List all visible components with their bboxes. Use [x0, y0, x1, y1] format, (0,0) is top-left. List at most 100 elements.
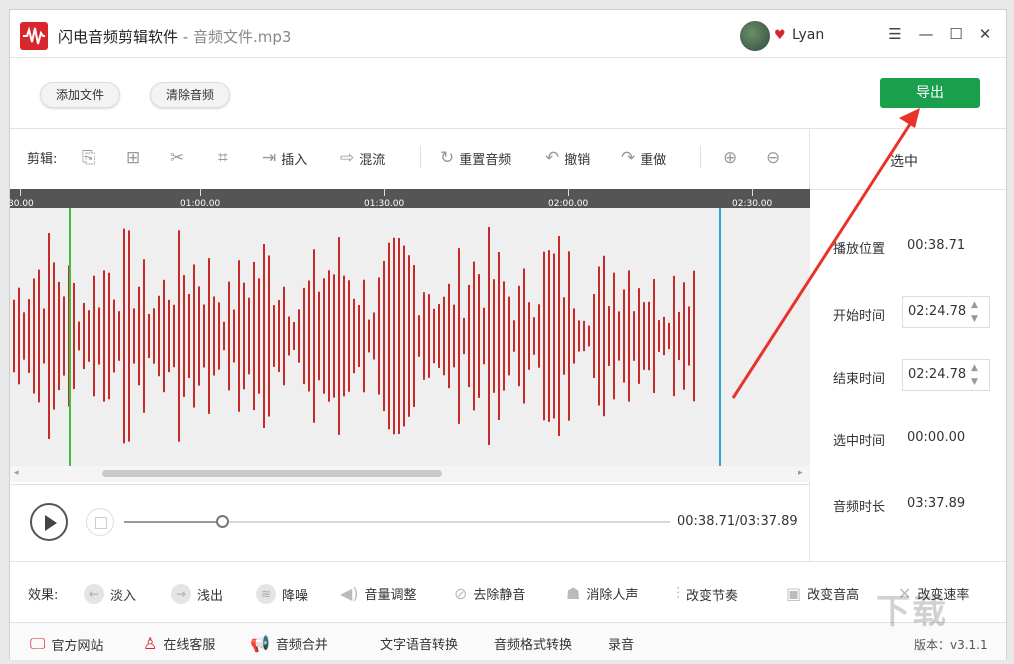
edit-label-text: 剪辑: — [27, 152, 58, 167]
duration-label: 音频时长 — [833, 500, 886, 515]
waveform[interactable] — [10, 208, 810, 466]
bottom-label: 官方网站 — [51, 638, 104, 654]
remove-silence-button[interactable]: ⊘ 去除静音 — [454, 584, 525, 603]
scissors-icon: ✂ — [170, 148, 185, 168]
reset-audio-label: 重置音频 — [459, 152, 512, 168]
new-button[interactable]: ⊞ — [126, 148, 140, 168]
tempo-sliders-icon: ⫶ — [676, 584, 681, 603]
text-to-speech-link[interactable]: 文字语音转换 — [380, 634, 458, 653]
maximize-icon[interactable]: ☐ — [945, 23, 967, 45]
insert-button[interactable]: ⇥ 插入 — [262, 148, 307, 168]
end-time-value: 02:24.78 — [908, 367, 967, 382]
redo-label: 重做 — [640, 152, 667, 168]
vip-diamond-icon: ♥ — [774, 28, 786, 43]
official-site-link[interactable]: 🖵 官方网站 — [30, 634, 103, 654]
playback-progress-fill — [124, 521, 223, 523]
zoom-in-icon: ⊕ — [723, 148, 738, 168]
audio-merge-link[interactable]: 📢 音频合并 — [250, 634, 328, 653]
decrement-icon[interactable]: ▼ — [971, 314, 978, 324]
add-box-icon: ⊞ — [126, 148, 141, 168]
redo-button[interactable]: ↷ 重做 — [621, 148, 666, 168]
divider — [10, 484, 810, 485]
cut-button[interactable]: ✂ — [170, 148, 184, 168]
fade-in-button[interactable]: ← 淡入 — [84, 584, 136, 604]
mix-label: 混流 — [359, 152, 386, 168]
duration-value: 03:37.89 — [907, 496, 966, 511]
fx-label: 去除静音 — [473, 588, 526, 603]
clear-audio-button[interactable]: 清除音频 — [150, 82, 230, 108]
reset-icon: ↻ — [440, 148, 455, 168]
scroll-right-icon[interactable]: ▸ — [798, 468, 803, 478]
fade-in-icon: ← — [84, 584, 104, 604]
toolbar-divider — [700, 146, 701, 168]
change-pitch-button[interactable]: ▣ 改变音高 — [786, 584, 859, 603]
reset-audio-button[interactable]: ↻ 重置音频 — [440, 148, 511, 168]
ruler-tick — [568, 189, 569, 196]
remove-vocals-button[interactable]: ☗ 消除人声 — [566, 584, 638, 603]
undo-button[interactable]: ↶ 撤销 — [545, 148, 590, 168]
divider — [810, 189, 1006, 190]
start-time-value: 02:24.78 — [908, 304, 967, 319]
volume-adjust-button[interactable]: ◀) 音量调整 — [340, 584, 417, 603]
mix-button[interactable]: ⇨ 混流 — [340, 148, 385, 168]
fade-out-icon: → — [171, 584, 191, 604]
play-position-label: 播放位置 — [833, 242, 886, 257]
divider — [10, 561, 1006, 562]
copy-button[interactable]: ⎘ — [82, 148, 96, 168]
format-convert-link[interactable]: 音频格式转换 — [494, 634, 572, 653]
selection-header: 选中 — [890, 154, 918, 170]
play-button[interactable] — [30, 503, 68, 541]
pitch-icon: ▣ — [786, 584, 802, 603]
fade-out-button[interactable]: → 浅出 — [171, 584, 223, 604]
denoise-button[interactable]: ≋ 降噪 — [256, 584, 308, 604]
fx-label: 改变节奏 — [686, 588, 739, 604]
bottom-label: 音频合并 — [275, 638, 328, 653]
fx-label: 浅出 — [197, 588, 224, 604]
mute-icon: ⊘ — [454, 584, 468, 603]
window-title: 闪电音频剪辑软件 - 音频文件.mp3 — [58, 26, 291, 47]
effects-label: 效果: — [28, 584, 58, 603]
increment-icon[interactable]: ▲ — [971, 300, 978, 310]
scrollbar-thumb[interactable] — [102, 470, 442, 477]
selected-time-value: 00:00.00 — [907, 430, 966, 445]
fx-label: 改变音高 — [807, 588, 860, 603]
start-time-label: 开始时间 — [833, 309, 886, 324]
close-icon[interactable]: ✕ — [974, 23, 996, 45]
insert-label: 插入 — [281, 152, 308, 168]
bottom-label: 录音 — [608, 638, 635, 653]
menu-icon[interactable]: ☰ — [884, 23, 906, 45]
edit-label: 剪辑: — [27, 148, 57, 167]
minimize-icon[interactable]: — — [915, 23, 937, 45]
redo-icon: ↷ — [621, 148, 636, 168]
undo-label: 撤销 — [564, 152, 591, 168]
mix-icon: ⇨ — [340, 148, 355, 168]
change-tempo-button[interactable]: ⫶ 改变节奏 — [676, 584, 738, 604]
online-support-link[interactable]: ♙ 在线客服 — [143, 634, 215, 653]
fx-label: 淡入 — [110, 588, 137, 604]
export-button[interactable]: 导出 — [880, 78, 980, 108]
app-name: 闪电音频剪辑软件 — [58, 28, 179, 46]
record-link[interactable]: 录音 — [608, 634, 634, 653]
ruler-tick — [752, 189, 753, 196]
zoom-in-button[interactable]: ⊕ — [723, 148, 737, 168]
add-file-button[interactable]: 添加文件 — [40, 82, 120, 108]
fx-label: 降噪 — [282, 588, 309, 604]
fx-label: 消除人声 — [586, 588, 639, 603]
denoise-icon: ≋ — [256, 584, 276, 604]
start-time-input[interactable]: 02:24.78 ▲ ▼ — [902, 296, 990, 328]
decrement-icon[interactable]: ▼ — [971, 377, 978, 387]
bottom-label: 在线客服 — [163, 638, 216, 653]
stop-button[interactable] — [86, 508, 114, 536]
crop-button[interactable]: ⌗ — [218, 148, 228, 168]
zoom-out-button[interactable]: ⊖ — [766, 148, 780, 168]
end-time-input[interactable]: 02:24.78 ▲ ▼ — [902, 359, 990, 391]
bottom-label: 文字语音转换 — [380, 638, 459, 653]
bottom-label: 音频格式转换 — [494, 638, 573, 653]
timeline-ruler[interactable] — [10, 189, 810, 208]
fx-label: 音量调整 — [364, 588, 417, 603]
ruler-tick — [20, 189, 21, 196]
avatar[interactable] — [740, 21, 770, 51]
username[interactable]: Lyan — [792, 27, 824, 43]
scroll-left-icon[interactable]: ◂ — [14, 468, 19, 478]
increment-icon[interactable]: ▲ — [971, 363, 978, 373]
